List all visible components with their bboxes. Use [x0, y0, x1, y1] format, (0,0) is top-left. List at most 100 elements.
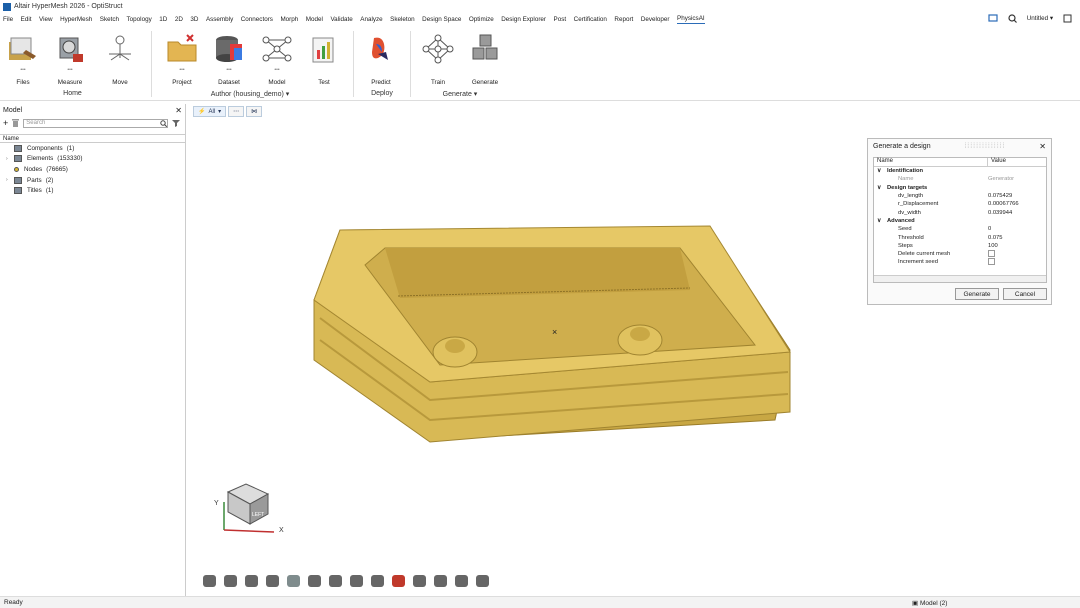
- search-input[interactable]: Search: [23, 118, 169, 128]
- view-control-icon[interactable]: [350, 575, 363, 587]
- monitor-icon[interactable]: [988, 14, 998, 23]
- tree-item[interactable]: › Parts (2): [0, 175, 185, 186]
- group-author-dropdown[interactable]: Author (housing_demo) ▾: [200, 90, 300, 98]
- horizontal-scrollbar[interactable]: [874, 275, 1046, 282]
- menu-item-physicsai[interactable]: PhysicsAI: [677, 15, 705, 24]
- view-cube[interactable]: LEFT: [226, 483, 270, 525]
- menu-item-developer[interactable]: Developer: [641, 16, 670, 23]
- close-icon[interactable]: ✕: [1039, 142, 1046, 151]
- view-control-icon[interactable]: [224, 575, 237, 587]
- menu-item-edit[interactable]: Edit: [21, 16, 32, 23]
- group-home-label: Home: [63, 90, 82, 97]
- entity-filter-dropdown[interactable]: ⚡ All ▾: [193, 106, 227, 117]
- delete-mesh-checkbox[interactable]: [988, 249, 995, 257]
- expand-arrow-icon[interactable]: ›: [6, 177, 14, 183]
- view-control-icon[interactable]: [308, 575, 321, 587]
- section-design-targets[interactable]: ∨ Design targets: [874, 184, 1046, 192]
- filter-icon[interactable]: [172, 119, 181, 127]
- table-row[interactable]: Seed 0: [874, 225, 1046, 233]
- column-value-header[interactable]: Value: [988, 158, 1006, 166]
- move-label: Move: [112, 79, 128, 86]
- search-icon[interactable]: [1008, 14, 1017, 23]
- menu-item-skeleton[interactable]: Skeleton: [390, 16, 415, 23]
- project-button[interactable]: ••• Project: [162, 32, 202, 86]
- view-control-icon[interactable]: [434, 575, 447, 587]
- model-button[interactable]: ••• Model: [257, 32, 297, 86]
- cancel-button[interactable]: Cancel: [1003, 288, 1047, 300]
- tree-item[interactable]: › Elements (153330): [0, 154, 185, 165]
- tree-item[interactable]: Components (1): [0, 143, 185, 154]
- view-control-icon[interactable]: [266, 575, 279, 587]
- tree-item[interactable]: Nodes (76665): [0, 164, 185, 175]
- view-triad[interactable]: Y X LEFT: [214, 483, 284, 534]
- ribbon: ••• Files ••• Measure Move Home ••• Project…: [0, 27, 1080, 101]
- generate-button[interactable]: Generate: [465, 32, 505, 86]
- train-button[interactable]: Train: [418, 32, 458, 86]
- menu-item-topology[interactable]: Topology: [127, 16, 152, 23]
- menu-item-design-space[interactable]: Design Space: [422, 16, 461, 23]
- view-control-icon[interactable]: [476, 575, 489, 587]
- folder-icon: [14, 155, 22, 163]
- menu-item-validate[interactable]: Validate: [330, 16, 352, 23]
- folder-icon: [14, 144, 22, 152]
- view-control-icon[interactable]: [245, 575, 258, 587]
- window-toggle-icon[interactable]: [1063, 14, 1072, 23]
- drag-handle[interactable]: ⁞⁞⁞⁞⁞⁞⁞⁞⁞⁞⁞⁞⁞⁞: [964, 143, 1005, 150]
- menu-item-assembly[interactable]: Assembly: [206, 16, 233, 23]
- test-button[interactable]: Test: [304, 32, 344, 86]
- expand-arrow-icon[interactable]: ›: [6, 156, 14, 162]
- add-icon[interactable]: +: [3, 118, 8, 128]
- view-control-icon[interactable]: [329, 575, 342, 587]
- menu-item-hypermesh[interactable]: HyperMesh: [60, 16, 92, 23]
- menu-item-design-explorer[interactable]: Design Explorer: [501, 16, 546, 23]
- column-name-header[interactable]: Name: [874, 158, 988, 166]
- table-row[interactable]: dv_length 0.075429: [874, 192, 1046, 200]
- move-button[interactable]: Move: [100, 32, 140, 86]
- menu-item-connectors[interactable]: Connectors: [241, 16, 273, 23]
- ribbon-separator: [151, 31, 152, 97]
- menu-item-analyze[interactable]: Analyze: [360, 16, 382, 23]
- group-generate-dropdown[interactable]: Generate ▾: [430, 90, 490, 98]
- session-dropdown[interactable]: Untitled ▾: [1027, 15, 1053, 22]
- section-advanced[interactable]: ∨ Advanced: [874, 217, 1046, 225]
- view-control-icon[interactable]: [455, 575, 468, 587]
- menu-item-optimize[interactable]: Optimize: [469, 16, 494, 23]
- generate-button[interactable]: Generate: [955, 288, 999, 300]
- table-row[interactable]: Threshold 0.075: [874, 233, 1046, 241]
- menu-item-sketch[interactable]: Sketch: [100, 16, 119, 23]
- view-option-button[interactable]: ⋈: [246, 106, 263, 117]
- menu-item-model[interactable]: Model: [306, 16, 323, 23]
- increment-seed-checkbox[interactable]: [988, 257, 995, 265]
- menu-item-certification[interactable]: Certification: [574, 16, 607, 23]
- menu-item-view[interactable]: View: [39, 16, 53, 23]
- tree-item[interactable]: Titles (1): [0, 185, 185, 196]
- tree-item-count: (1): [45, 187, 54, 195]
- predict-icon: [372, 37, 388, 60]
- view-control-icon[interactable]: [287, 575, 300, 587]
- table-row[interactable]: dv_width 0.039944: [874, 208, 1046, 216]
- tree-column-header[interactable]: Name: [0, 134, 185, 143]
- predict-button[interactable]: Predict: [361, 32, 401, 86]
- model-status-tab[interactable]: ▣ Model (2): [912, 599, 947, 607]
- view-control-icon[interactable]: [413, 575, 426, 587]
- view-control-icon[interactable]: [392, 575, 405, 587]
- menu-item-post[interactable]: Post: [554, 16, 567, 23]
- menu-item-1d[interactable]: 1D: [159, 16, 167, 23]
- measure-button[interactable]: ••• Measure: [50, 32, 90, 86]
- menu-item-2d[interactable]: 2D: [175, 16, 183, 23]
- search-icon[interactable]: [160, 119, 168, 127]
- table-row[interactable]: r_Displacement 0.00067766: [874, 200, 1046, 208]
- section-identification[interactable]: ∨ Identification: [874, 167, 1046, 175]
- selection-tool-button[interactable]: ⋯: [228, 106, 245, 117]
- close-icon[interactable]: ✕: [175, 106, 182, 115]
- files-button[interactable]: ••• Files: [3, 32, 43, 86]
- view-control-icon[interactable]: [371, 575, 384, 587]
- dataset-button[interactable]: ••• Dataset: [209, 32, 249, 86]
- menu-item-report[interactable]: Report: [614, 16, 633, 23]
- trash-icon[interactable]: [12, 119, 20, 127]
- menu-item-morph[interactable]: Morph: [280, 16, 298, 23]
- view-control-icon[interactable]: [203, 575, 216, 587]
- menu-item-3d[interactable]: 3D: [190, 16, 198, 23]
- neural-model-icon: [262, 36, 292, 62]
- menu-item-file[interactable]: File: [3, 16, 13, 23]
